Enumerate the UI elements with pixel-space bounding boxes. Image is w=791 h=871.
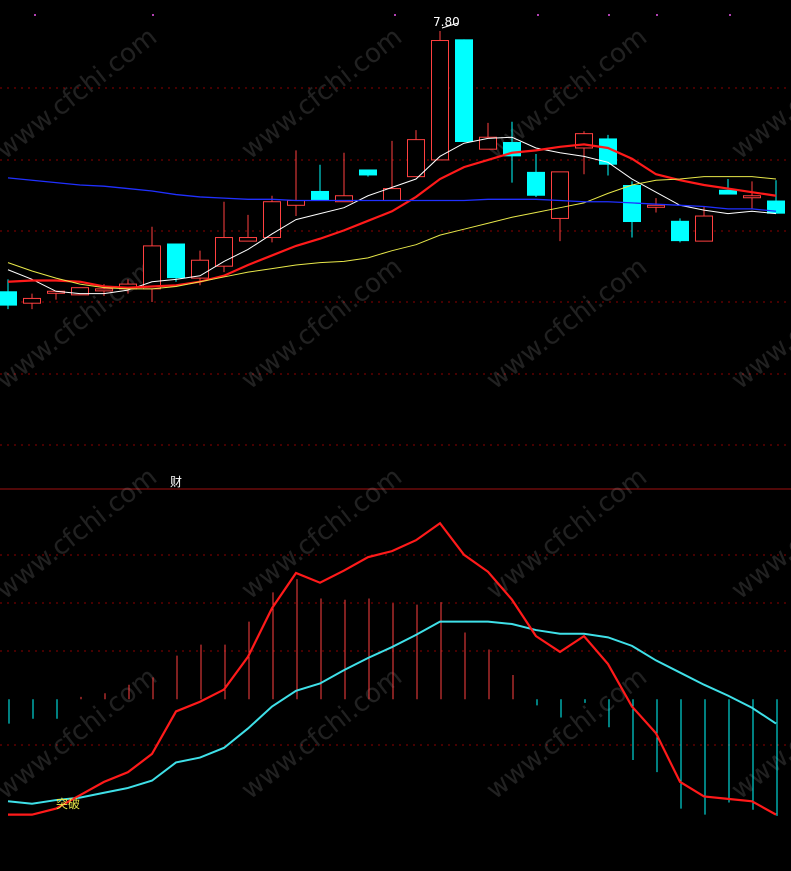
watermark-text: www.cfchi.com xyxy=(0,252,163,396)
candle-body-up xyxy=(239,237,257,242)
candle-body-down xyxy=(167,243,185,279)
watermarks: www.cfchi.com www.cfchi.com www.cfchi.com w… xyxy=(0,22,791,806)
watermark-text: www.cfchi.com xyxy=(481,462,653,606)
grid-lines xyxy=(0,14,791,746)
candle-body-down xyxy=(767,200,785,214)
stock-chart: www.cfchi.com www.cfchi.com www.cfchi.com w… xyxy=(0,14,791,816)
candle-body-up xyxy=(263,201,281,239)
top-marker-dot xyxy=(34,14,36,16)
candle-body-up xyxy=(695,215,713,242)
marker-label: 财 xyxy=(170,475,182,489)
candle-body-up xyxy=(143,245,161,290)
candle-body-up xyxy=(479,136,497,150)
candle-body-up xyxy=(743,195,761,199)
candle-body-up xyxy=(383,188,401,202)
candle-body-up xyxy=(551,171,569,219)
candle-body-down xyxy=(455,39,473,143)
candle-body-down xyxy=(359,169,377,176)
candle-body-up xyxy=(23,297,41,304)
candle-body-up xyxy=(287,200,305,206)
watermark-text: www.cfchi.com xyxy=(726,662,791,806)
top-marker-dot xyxy=(656,14,658,16)
watermark-text: www.cfchi.com xyxy=(236,22,408,166)
top-marker-dot xyxy=(394,14,396,16)
macd-panel xyxy=(7,521,778,816)
watermark-text: www.cfchi.com xyxy=(726,252,791,396)
candle-body-down xyxy=(311,190,329,201)
watermark-text: www.cfchi.com xyxy=(236,252,408,396)
top-marker-dot xyxy=(729,14,731,16)
breakout-annotation: 突破 xyxy=(56,796,80,811)
candle-body-up xyxy=(431,40,449,161)
candle-body-down xyxy=(671,220,689,242)
candle-body-down xyxy=(0,291,17,306)
watermark-text: www.cfchi.com xyxy=(0,462,163,606)
candle-body-down xyxy=(527,171,545,196)
watermark-text: www.cfchi.com xyxy=(726,22,791,166)
watermark-text: www.cfchi.com xyxy=(481,252,653,396)
top-marker-dot xyxy=(608,14,610,16)
candle-body-up xyxy=(647,204,665,208)
watermark-text: www.cfchi.com xyxy=(0,22,163,166)
top-marker-dot xyxy=(152,14,154,16)
candle-body-up xyxy=(95,288,113,292)
watermark-text: www.cfchi.com xyxy=(481,662,653,806)
watermark-text: www.cfchi.com xyxy=(236,462,408,606)
top-marker-dot xyxy=(537,14,539,16)
watermark-text: www.cfchi.com xyxy=(726,462,791,606)
candle-body-up xyxy=(407,139,425,178)
